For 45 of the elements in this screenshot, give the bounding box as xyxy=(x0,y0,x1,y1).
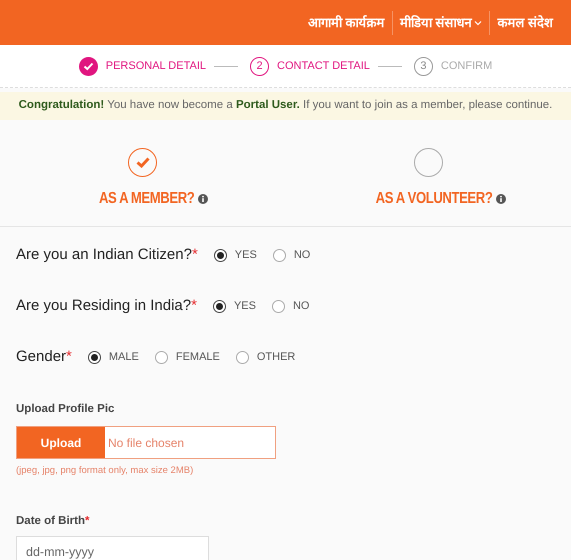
step-label: CONTACT DETAIL xyxy=(277,58,370,74)
radio-button[interactable] xyxy=(214,248,227,262)
notice-text: Congratulation! You have now become a Portal User. If you want to join as a member, please continue. xyxy=(18,98,552,114)
required-mark: * xyxy=(192,244,198,265)
option-label: NO xyxy=(294,248,310,263)
field-label: Upload Profile Pic xyxy=(16,402,116,417)
option-label: FEMALE xyxy=(176,350,220,365)
question-label: Gender xyxy=(16,346,66,367)
option-label: NO xyxy=(292,298,310,314)
check-icon xyxy=(136,157,150,168)
role-radio[interactable] xyxy=(128,148,158,177)
date-field[interactable]: dd-mm-yyyy xyxy=(16,536,209,560)
option-label: YES xyxy=(234,248,257,263)
required-mark: * xyxy=(85,514,90,528)
question-label: Are you Residing in India? xyxy=(16,296,192,316)
step-label: CONFIRM xyxy=(440,58,492,74)
file-status: No file chosen xyxy=(107,434,184,452)
radio-button[interactable] xyxy=(212,300,226,312)
option-label: MALE xyxy=(108,350,139,365)
option-label: YES xyxy=(234,298,256,314)
step-number: 2 xyxy=(250,56,270,76)
role-label: AS A VOLUNTEER? xyxy=(376,189,492,209)
radio-button[interactable] xyxy=(236,350,249,364)
upload-button[interactable]: Upload xyxy=(17,427,105,458)
info-icon xyxy=(496,194,506,204)
question-label: Are you an Indian Citizen? xyxy=(16,244,192,265)
file-field[interactable]: Upload No file chosen xyxy=(16,426,276,460)
required-mark: * xyxy=(191,296,197,316)
role-radio[interactable] xyxy=(414,148,443,177)
hint-text: (jpeg, jpg, png format only, max size 2MB) xyxy=(16,464,194,478)
info-icon xyxy=(198,194,208,204)
nav-link[interactable]: कमल संदेश xyxy=(497,12,553,32)
required-mark: * xyxy=(66,346,72,367)
field-label: Date of Birth xyxy=(16,514,85,528)
radio-button[interactable] xyxy=(154,350,168,364)
radio-button[interactable] xyxy=(272,248,286,262)
radio-button[interactable] xyxy=(272,300,285,312)
role-label: AS A MEMBER? xyxy=(98,189,194,209)
option-label: OTHER xyxy=(256,350,296,365)
step-number: 3 xyxy=(414,56,433,76)
nav-link[interactable]: मीडिया संसाधन xyxy=(400,12,482,32)
chevron-down-icon xyxy=(474,20,482,26)
nav-link[interactable]: आगामी कार्यक्रम xyxy=(308,12,385,32)
radio-button[interactable] xyxy=(88,350,101,364)
step-label: PERSONAL DETAIL xyxy=(106,58,206,74)
